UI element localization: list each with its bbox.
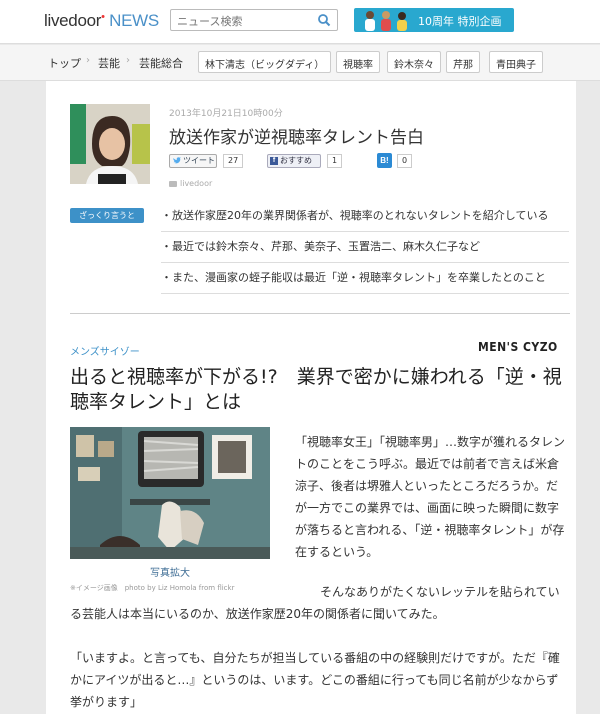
site-logo[interactable]: livedoor• NEWS	[44, 11, 159, 31]
article-headline: 出ると視聴率が下がる!? 業界で密かに嫌われる「逆・視聴率タレント」とは	[70, 366, 562, 413]
source-label: livedoor	[180, 179, 213, 188]
tag-ratings[interactable]: 視聴率	[336, 51, 380, 73]
summary-item: ・最近では鈴木奈々、芹那、美奈子、玉置浩二、麻木久仁子など	[161, 232, 569, 263]
facebook-count: 1	[327, 154, 343, 168]
facebook-icon: f	[270, 157, 278, 165]
breadcrumb: トップ › 芸能 › 芸能総合 林下清志（ビッグダディ） 視聴率 鈴木奈々 芹那…	[0, 45, 600, 81]
search-icon[interactable]	[317, 13, 331, 27]
logo-dot: •	[101, 11, 105, 23]
summary-list: ・放送作家歴20年の業界関係者が、視聴率のとれないタレントを紹介している ・最近…	[161, 201, 569, 294]
tv-room-image	[70, 427, 270, 559]
article-paragraph: 「いますよ。と言っても、自分たちが担当している番組の中の経験則だけですが。ただ『…	[70, 651, 560, 709]
article: 2013年10月21日10時00分 放送作家が逆視聴率タレント告白 ツイート 2…	[46, 81, 576, 714]
breadcrumb-entertainment[interactable]: 芸能	[98, 55, 120, 71]
summary-item: ・放送作家歴20年の業界関係者が、視聴率のとれないタレントを紹介している	[161, 201, 569, 232]
site-header: livedoor• NEWS 10周年 特別企画	[0, 0, 600, 44]
article-thumbnail[interactable]	[70, 104, 150, 184]
breadcrumb-general[interactable]: 芸能総合	[139, 55, 183, 71]
tag-bigdaddy[interactable]: 林下清志（ビッグダディ）	[198, 51, 332, 73]
logo-main: livedoor	[44, 11, 102, 30]
twitter-bird-icon	[173, 157, 181, 164]
article-paragraph: 「視聴率女王」「視聴率男」…数字が獲れるタレントのことをこう呼ぶ。最近では前者で…	[295, 435, 566, 559]
anniversary-banner[interactable]: 10周年 特別企画	[354, 8, 514, 32]
section-divider	[70, 313, 570, 314]
facebook-label: おすすめ	[280, 156, 312, 165]
article-title: 放送作家が逆視聴率タレント告白	[169, 128, 424, 148]
magazine-logo: MEN'S CYZO	[478, 340, 558, 354]
photo-enlarge-link[interactable]: 写真拡大	[70, 564, 270, 579]
search-box	[170, 9, 338, 32]
article-paragraph: そんなありがたくないレッテルを貼られている芸能人は本当にいるのか、放送作家歴20…	[70, 585, 560, 621]
hatena-count: 0	[397, 154, 413, 168]
portrait-image	[70, 104, 150, 184]
chevron-right-icon: ›	[86, 55, 90, 66]
camera-icon	[169, 180, 177, 187]
article-date: 2013年10月21日10時00分	[169, 109, 283, 119]
chevron-right-icon: ›	[126, 55, 130, 66]
logo-news: NEWS	[109, 11, 159, 30]
tag-serina[interactable]: 芹那	[446, 51, 480, 73]
article-photo[interactable]	[70, 427, 270, 559]
tweet-count: 27	[223, 154, 244, 168]
summary-item: ・また、漫画家の蛭子能収は最近「逆・視聴率タレント」を卒業したとのこと	[161, 263, 569, 294]
image-source: livedoor	[169, 179, 212, 188]
tag-aoda-noriko[interactable]: 青田典子	[489, 51, 543, 73]
facebook-recommend-button[interactable]: f おすすめ	[267, 154, 321, 168]
hatena-bookmark-button[interactable]: B!	[377, 153, 392, 168]
banner-text: 10周年 特別企画	[418, 15, 502, 28]
breadcrumb-top[interactable]: トップ	[48, 55, 81, 71]
people-icon	[365, 11, 407, 31]
summary-badge: ざっくり言うと	[70, 208, 144, 223]
search-input[interactable]	[171, 11, 311, 32]
tweet-label: ツイート	[183, 156, 215, 165]
tag-suzuki-nana[interactable]: 鈴木奈々	[387, 51, 441, 73]
magazine-name[interactable]: メンズサイゾー	[70, 343, 140, 358]
tweet-button[interactable]: ツイート	[169, 154, 217, 168]
